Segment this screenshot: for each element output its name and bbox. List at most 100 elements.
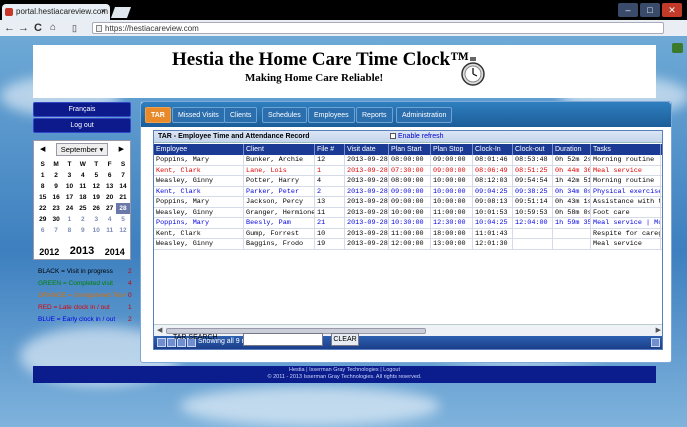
calendar-day[interactable]: 28 — [116, 203, 130, 214]
calendar-day[interactable]: 30 — [49, 214, 62, 225]
close-window-button[interactable]: ✕ — [662, 3, 682, 17]
calendar-day[interactable]: 2 — [49, 170, 62, 181]
calendar-day[interactable]: 7 — [116, 170, 129, 181]
calendar-day[interactable]: 22 — [36, 203, 49, 214]
forward-arrow-icon[interactable]: → — [18, 21, 29, 35]
year-option[interactable]: 2012 — [39, 247, 59, 257]
calendar-day[interactable]: 15 — [36, 192, 49, 203]
column-header[interactable]: Tasks — [591, 144, 661, 155]
table-row[interactable]: Kent, Clark Parker, Peter 2 2013-09-28 09:00… — [154, 186, 662, 197]
home-icon[interactable]: ⌂ — [50, 21, 56, 35]
footer-links[interactable]: Hestia | Isserman Gray Technologies | Lo… — [33, 367, 656, 374]
calendar-day[interactable]: 10 — [63, 181, 76, 192]
column-header[interactable]: Duration — [553, 144, 591, 155]
calendar-day[interactable]: 27 — [103, 203, 116, 214]
calendar-day[interactable]: 12 — [116, 225, 129, 236]
year-option[interactable]: 2014 — [105, 247, 125, 257]
scroll-right-icon[interactable]: ▶ — [656, 326, 661, 334]
calendar-day[interactable]: 13 — [103, 181, 116, 192]
calendar-day[interactable]: 5 — [90, 170, 103, 181]
table-cell: Poppins, Mary — [154, 155, 244, 165]
extension-icon[interactable] — [672, 43, 683, 53]
calendar-day[interactable]: 14 — [116, 181, 129, 192]
clear-button[interactable]: CLEAR — [331, 333, 359, 346]
calendar-day[interactable]: 7 — [49, 225, 62, 236]
table-row[interactable]: Weasley, Ginny Baggins, Frodo 19 2013-09-28… — [154, 239, 662, 250]
calendar-day[interactable]: 26 — [90, 203, 103, 214]
search-input[interactable] — [243, 333, 323, 346]
calendar-day[interactable]: 20 — [103, 192, 116, 203]
first-page-icon[interactable] — [157, 338, 166, 347]
table-row[interactable]: Weasley, Ginny Potter, Harry 4 2013-09-28 08… — [154, 176, 662, 187]
tab-tar[interactable]: TAR — [145, 107, 171, 123]
calendar-day[interactable]: 12 — [90, 181, 103, 192]
table-row[interactable]: Weasley, Ginny Granger, Hermione 11 2013-09… — [154, 207, 662, 218]
browser-tab[interactable]: portal.hestiacareview.com × — [2, 4, 110, 20]
language-button[interactable]: Français — [33, 102, 131, 117]
calendar-day[interactable]: 16 — [49, 192, 62, 203]
calendar-day[interactable]: 11 — [103, 225, 116, 236]
table-cell: 0h 58m 0s — [555, 207, 591, 217]
scroll-left-icon[interactable]: ◀ — [157, 326, 162, 334]
calendar-day[interactable]: 3 — [63, 170, 76, 181]
calendar-day[interactable]: 21 — [116, 192, 129, 203]
column-header[interactable]: Clock-In — [473, 144, 513, 155]
calendar-day[interactable]: 11 — [76, 181, 89, 192]
calendar-day[interactable]: 2 — [76, 214, 89, 225]
table-row[interactable]: Poppins, Mary Jackson, Percy 13 2013-09-28 0… — [154, 197, 662, 208]
checkbox-icon[interactable] — [390, 133, 396, 139]
column-header[interactable]: Plan Stop — [431, 144, 473, 155]
tab-clients[interactable]: Clients — [224, 107, 258, 123]
column-header[interactable]: Employee — [154, 144, 244, 155]
calendar-day[interactable]: 10 — [90, 225, 103, 236]
prev-month-icon[interactable]: ◀ — [40, 145, 45, 153]
column-header[interactable]: Clock-out — [513, 144, 553, 155]
calendar-day[interactable]: 8 — [63, 225, 76, 236]
calendar-day[interactable]: 17 — [63, 192, 76, 203]
calendar-day[interactable]: 29 — [36, 214, 49, 225]
table-row[interactable]: Kent, Clark Gump, Forrest 10 2013-09-28 11:0… — [154, 228, 662, 239]
calendar-day[interactable]: 23 — [49, 203, 62, 214]
column-header[interactable]: Client — [244, 144, 315, 155]
table-row[interactable]: Poppins, Mary Beesly, Pam 21 2013-09-28 10:3… — [154, 218, 662, 229]
tab-missed-visits[interactable]: Missed Visits — [172, 107, 225, 123]
new-tab-button[interactable] — [110, 7, 132, 18]
calendar-day[interactable]: 9 — [76, 225, 89, 236]
calendar-day[interactable]: 19 — [90, 192, 103, 203]
calendar-day[interactable]: 9 — [49, 181, 62, 192]
horizontal-scrollbar[interactable]: ◀ ▶ — [154, 324, 662, 336]
tab-employees[interactable]: Employees — [308, 107, 355, 123]
calendar-day[interactable]: 8 — [36, 181, 49, 192]
maximize-button[interactable]: □ — [640, 3, 660, 17]
calendar-day[interactable]: 18 — [76, 192, 89, 203]
column-header[interactable]: Visit date — [345, 144, 389, 155]
calendar-day[interactable]: 6 — [103, 170, 116, 181]
calendar-day[interactable]: 1 — [36, 170, 49, 181]
next-month-icon[interactable]: ▶ — [119, 145, 124, 153]
table-row[interactable]: Poppins, Mary Bunker, Archie 12 2013-09-28 0… — [154, 155, 662, 166]
year-option[interactable]: 2013 — [70, 245, 94, 257]
calendar-day[interactable]: 4 — [76, 170, 89, 181]
calendar-day[interactable]: 1 — [63, 214, 76, 225]
close-tab-icon[interactable]: × — [101, 6, 106, 16]
calendar-day[interactable]: 24 — [63, 203, 76, 214]
month-select[interactable]: September ▾ — [55, 143, 109, 156]
column-header[interactable]: Plan Start — [389, 144, 431, 155]
reload-icon[interactable]: C — [34, 21, 42, 35]
refresh-icon[interactable] — [651, 338, 660, 347]
back-arrow-icon[interactable]: ← — [4, 21, 15, 35]
table-row[interactable]: Kent, Clark Lane, Lois 1 2013-09-28 07:30:00… — [154, 165, 662, 176]
calendar-day[interactable]: 4 — [103, 214, 116, 225]
calendar-day[interactable]: 3 — [90, 214, 103, 225]
address-bar[interactable]: https://hestiacareview.com — [92, 22, 664, 34]
calendar-day[interactable]: 6 — [36, 225, 49, 236]
column-header[interactable]: File # — [315, 144, 345, 155]
tab-reports[interactable]: Reports — [356, 107, 393, 123]
refresh-toggle[interactable]: Enable refresh — [390, 133, 444, 140]
tab-administration[interactable]: Administration — [396, 107, 453, 123]
logout-button[interactable]: Log out — [33, 118, 131, 133]
tab-schedules[interactable]: Schedules — [262, 107, 307, 123]
calendar-day[interactable]: 5 — [116, 214, 129, 225]
minimize-button[interactable]: – — [618, 3, 638, 17]
calendar-day[interactable]: 25 — [76, 203, 89, 214]
